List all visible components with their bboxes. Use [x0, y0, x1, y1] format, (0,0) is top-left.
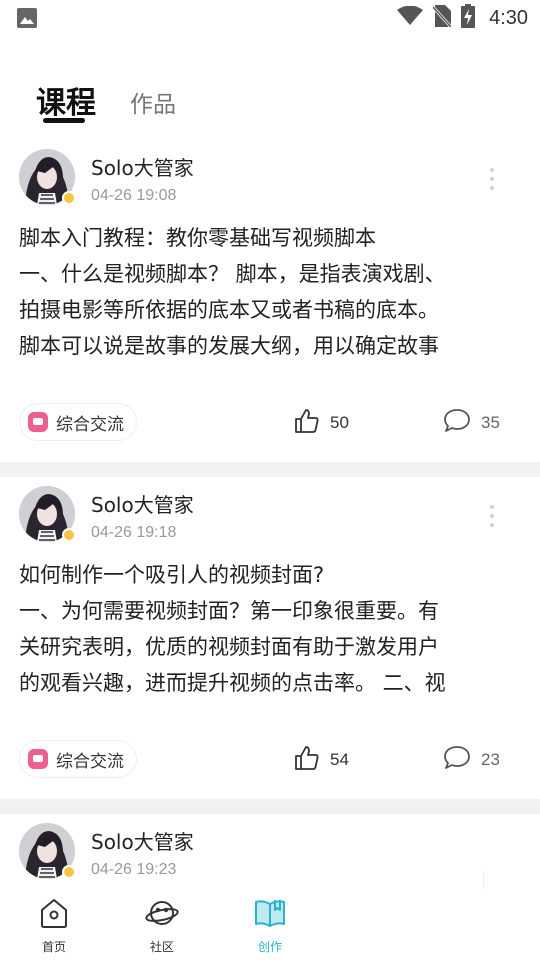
post-text-line: 关研究表明，优质的视频封面有助于激发用户 — [19, 635, 439, 659]
post-title: 如何制作一个吸引人的视频封面? — [19, 563, 325, 587]
like-count: 54 — [330, 750, 349, 769]
post-card[interactable]: Solo大管家 04-26 19:08 脚本入门教程：教你零基础写视频脚本 一、… — [0, 140, 540, 462]
post-card[interactable]: Solo大管家 04-26 19:18 如何制作一个吸引人的视频封面? 一、为何… — [0, 477, 540, 799]
post-body[interactable]: 脚本入门教程：教你零基础写视频脚本 一、什么是视频脚本？ 脚本，是指表演戏剧、 … — [19, 220, 514, 364]
tab-indicator — [43, 118, 85, 123]
comment-button[interactable]: 23 — [443, 745, 500, 775]
author-name[interactable]: Solo大管家 — [91, 826, 194, 855]
post-text-line: 脚本可以说是故事的发展大纲，用以确定故事 — [19, 334, 439, 358]
thumbs-up-icon — [294, 408, 320, 438]
post-text-line: 一、什么是视频脚本？ 脚本，是指表演戏剧、 — [19, 262, 446, 286]
post-time: 04-26 19:18 — [91, 524, 177, 541]
tab-works[interactable]: 作品 — [130, 85, 176, 119]
tab-courses[interactable]: 课程 — [36, 78, 96, 122]
nav-community-label: 社区 — [149, 940, 174, 954]
post-text-line: 的观看兴趣，进而提升视频的点击率。 二、视 — [19, 671, 446, 695]
battery-charging-icon — [461, 4, 476, 32]
comment-icon — [443, 745, 471, 775]
more-options-icon[interactable] — [482, 499, 502, 533]
post-title: 脚本入门教程：教你零基础写视频脚本 — [19, 226, 376, 250]
clock-time: 4:30 — [489, 6, 528, 29]
bottom-nav: 首页 社区 创作 — [0, 890, 540, 960]
book-icon — [253, 896, 287, 934]
post-body[interactable]: 如何制作一个吸引人的视频封面? 一、为何需要视频封面？第一印象很重要。有 关研究… — [19, 557, 514, 701]
author-name[interactable]: Solo大管家 — [91, 152, 194, 181]
verified-badge-icon — [62, 191, 76, 205]
divider — [0, 462, 540, 477]
status-bar: 4:30 — [0, 0, 540, 36]
verified-badge-icon — [62, 865, 76, 879]
post-time: 04-26 19:23 — [91, 861, 177, 878]
no-sim-icon — [431, 5, 453, 31]
post-feed: Solo大管家 04-26 19:08 脚本入门教程：教你零基础写视频脚本 一、… — [0, 140, 540, 894]
chat-bubble-icon — [28, 412, 48, 432]
nav-home[interactable]: 首页 — [24, 896, 84, 955]
like-button[interactable]: 54 — [294, 745, 349, 775]
like-count: 50 — [330, 413, 349, 432]
comment-icon — [443, 408, 471, 438]
comment-button[interactable]: 35 — [443, 408, 500, 438]
chat-bubble-icon — [28, 749, 48, 769]
verified-badge-icon — [62, 528, 76, 542]
nav-home-label: 首页 — [41, 940, 66, 954]
nav-create[interactable]: 创作 — [240, 896, 300, 955]
post-time: 04-26 19:08 — [91, 187, 177, 204]
nav-community[interactable]: 社区 — [132, 896, 192, 955]
post-text-line: 拍摄电影等所依据的底本又或者书稿的底本。 — [19, 298, 439, 322]
topic-tag[interactable]: 综合交流 — [19, 403, 137, 441]
author-name[interactable]: Solo大管家 — [91, 489, 194, 518]
more-options-icon[interactable] — [482, 162, 502, 196]
comment-count: 23 — [481, 750, 500, 769]
nav-create-label: 创作 — [257, 940, 282, 954]
planet-icon — [145, 896, 179, 934]
comment-count: 35 — [481, 413, 500, 432]
wifi-icon — [397, 5, 424, 30]
image-icon — [17, 8, 37, 32]
post-text-line: 一、为何需要视频封面？第一印象很重要。有 — [19, 599, 439, 623]
like-button[interactable]: 50 — [294, 408, 349, 438]
divider — [0, 799, 540, 814]
topic-tag-label: 综合交流 — [56, 751, 124, 772]
thumbs-up-icon — [294, 745, 320, 775]
topic-tag[interactable]: 综合交流 — [19, 740, 137, 778]
post-card[interactable]: Solo大管家 04-26 19:23 — [0, 814, 540, 894]
home-icon — [37, 896, 71, 934]
topic-tag-label: 综合交流 — [56, 414, 124, 435]
